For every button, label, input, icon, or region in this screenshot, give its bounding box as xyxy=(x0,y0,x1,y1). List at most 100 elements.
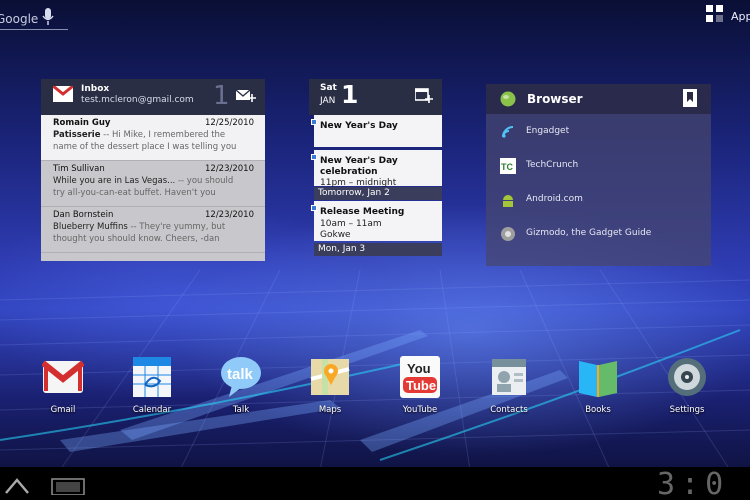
mail-date: 12/23/2010 xyxy=(205,210,254,220)
calendar-day-separator: Mon, Jan 3 xyxy=(314,243,442,256)
gmail-widget[interactable]: Inbox test.mcleron@gmail.com 1 Romain Gu… xyxy=(41,79,265,261)
calendar-day-separator: Tomorrow, Jan 2 xyxy=(314,187,442,200)
bookmark-item[interactable]: Android.com xyxy=(486,183,711,217)
event-title: New Year's Day xyxy=(320,121,398,131)
bookmark-item[interactable]: Engadget xyxy=(486,115,711,149)
dock-app-settings[interactable]: Settings xyxy=(655,355,719,417)
android-icon xyxy=(500,192,516,208)
svg-text:TC: TC xyxy=(501,162,513,172)
gmail-envelope-icon xyxy=(52,84,74,102)
microphone-icon[interactable] xyxy=(42,8,54,26)
bookmark-item[interactable]: TC TechCrunch xyxy=(486,149,711,183)
mail-snippet-continued: name of the dessert place I was telling … xyxy=(53,142,237,152)
calendar-widget[interactable]: Sat JAN 1 New Year's Day New Year's Day … xyxy=(309,79,442,259)
settings-icon xyxy=(666,355,708,399)
dock-label: Books xyxy=(585,405,611,415)
apps-label[interactable]: Apps xyxy=(731,10,750,23)
mail-item[interactable]: Dan Bornstein 12/23/2010 Blueberry Muffi… xyxy=(41,207,265,253)
talk-icon: talk xyxy=(220,355,262,399)
mail-snippet: -- you should xyxy=(175,176,234,186)
gmail-widget-header[interactable]: Inbox test.mcleron@gmail.com 1 xyxy=(41,79,265,115)
dock-label: YouTube xyxy=(402,405,438,415)
dock-label: Contacts xyxy=(490,405,528,415)
mail-subject: Patisserie xyxy=(53,130,101,140)
top-bar: Google Apps xyxy=(0,0,750,34)
event-location: Gokwe xyxy=(320,230,351,240)
bookmark-label: Engadget xyxy=(526,126,570,136)
mail-sender: Tim Sullivan xyxy=(53,164,105,174)
calendar-widget-header[interactable]: Sat JAN 1 xyxy=(309,79,442,115)
day-separator-label: Tomorrow, Jan 2 xyxy=(318,188,390,198)
calendar-day-number: 1 xyxy=(341,80,359,109)
techcrunch-icon: TC xyxy=(500,158,516,174)
dock-app-maps[interactable]: Maps xyxy=(298,355,362,417)
mail-subject: Blueberry Muffins xyxy=(53,222,128,232)
bookmarks-title: Browser xyxy=(527,92,583,106)
mail-snippet-continued: thought you should know. Cheers, -dan xyxy=(53,234,220,244)
gmail-inbox-title: Inbox xyxy=(81,84,110,94)
dock-app-calendar[interactable]: Calendar xyxy=(120,355,184,417)
calendar-event[interactable]: Release Meeting 10am – 11am Gokwe xyxy=(311,201,442,241)
search-underline xyxy=(0,29,68,30)
calendar-icon xyxy=(131,355,173,399)
recent-apps-icon[interactable] xyxy=(50,477,86,496)
mail-item[interactable]: Romain Guy 12/25/2010 Patisserie -- Hi M… xyxy=(41,115,265,161)
event-color-dot xyxy=(311,154,317,160)
dock-app-contacts[interactable]: Contacts xyxy=(477,355,541,417)
mail-date: 12/25/2010 xyxy=(205,118,254,128)
mail-snippet: -- Hi Mike, I remembered the xyxy=(100,130,226,140)
calendar-day-of-week: Sat xyxy=(320,83,337,93)
mail-subject: While you are in Las Vegas... xyxy=(53,176,176,186)
event-time: 10am – 11am xyxy=(320,219,382,229)
dock-app-youtube[interactable]: You Tube YouTube xyxy=(388,355,452,417)
calendar-add-event-icon[interactable] xyxy=(414,87,433,103)
books-icon xyxy=(577,355,619,399)
mail-snippet: -- They're yummy, but xyxy=(127,222,226,232)
calendar-event[interactable]: New Year's Day xyxy=(311,115,442,147)
engadget-icon xyxy=(500,124,516,140)
system-clock[interactable]: 3:0 xyxy=(657,467,729,500)
dock-label: Settings xyxy=(669,405,705,415)
gmail-message-list: Romain Guy 12/25/2010 Patisserie -- Hi M… xyxy=(41,115,265,261)
apps-grid-icon[interactable] xyxy=(706,5,724,23)
calendar-event[interactable]: New Year's Day celebration 11pm – midnig… xyxy=(311,150,442,188)
youtube-icon-text-bottom: Tube xyxy=(406,378,436,393)
dock-label: Maps xyxy=(318,405,342,415)
bookmark-label: TechCrunch xyxy=(526,160,579,170)
event-title: New Year's Day celebration xyxy=(320,156,398,177)
mail-sender: Dan Bornstein xyxy=(53,210,114,220)
browser-bookmarks-widget[interactable]: Browser Engadget TC TechCrunch Android.c… xyxy=(486,84,711,266)
bookmark-item[interactable]: Gizmodo, the Gadget Guide xyxy=(486,217,711,251)
gmail-icon xyxy=(41,355,85,399)
event-color-dot xyxy=(311,205,317,211)
bookmark-icon[interactable] xyxy=(683,89,697,107)
google-search-label[interactable]: Google xyxy=(0,12,38,26)
system-bar: 3:0 xyxy=(0,467,750,500)
youtube-icon: You Tube xyxy=(399,355,441,399)
dock-app-books[interactable]: Books xyxy=(566,355,630,417)
dock-app-gmail[interactable]: Gmail xyxy=(31,355,95,417)
maps-icon xyxy=(309,355,351,399)
event-color-dot xyxy=(311,119,317,125)
dock-label: Calendar xyxy=(132,405,172,415)
mail-date: 12/23/2010 xyxy=(205,164,254,174)
mail-subject-line: While you are in Las Vegas... -- you sho… xyxy=(53,176,233,186)
contacts-icon xyxy=(488,355,530,399)
gizmodo-icon xyxy=(500,226,516,242)
compose-mail-icon[interactable] xyxy=(235,88,256,104)
talk-icon-text: talk xyxy=(227,366,254,383)
event-title: Release Meeting xyxy=(320,207,405,217)
dock-label: Talk xyxy=(232,405,250,415)
mail-snippet-continued: try all-you-can-eat buffet. Haven't you xyxy=(53,188,216,198)
day-separator-label: Mon, Jan 3 xyxy=(318,244,366,254)
bookmark-label: Gizmodo, the Gadget Guide xyxy=(526,228,652,238)
calendar-month: JAN xyxy=(320,96,336,106)
mail-subject-line: Blueberry Muffins -- They're yummy, but xyxy=(53,222,225,232)
gmail-account: test.mcleron@gmail.com xyxy=(81,95,194,105)
dock-app-talk[interactable]: talk Talk xyxy=(209,355,273,417)
mail-item[interactable]: Tim Sullivan 12/23/2010 While you are in… xyxy=(41,161,265,207)
bookmarks-header[interactable]: Browser xyxy=(486,84,711,114)
gmail-unread-count: 1 xyxy=(213,81,230,111)
mail-sender: Romain Guy xyxy=(53,118,111,128)
home-icon[interactable] xyxy=(4,476,30,494)
